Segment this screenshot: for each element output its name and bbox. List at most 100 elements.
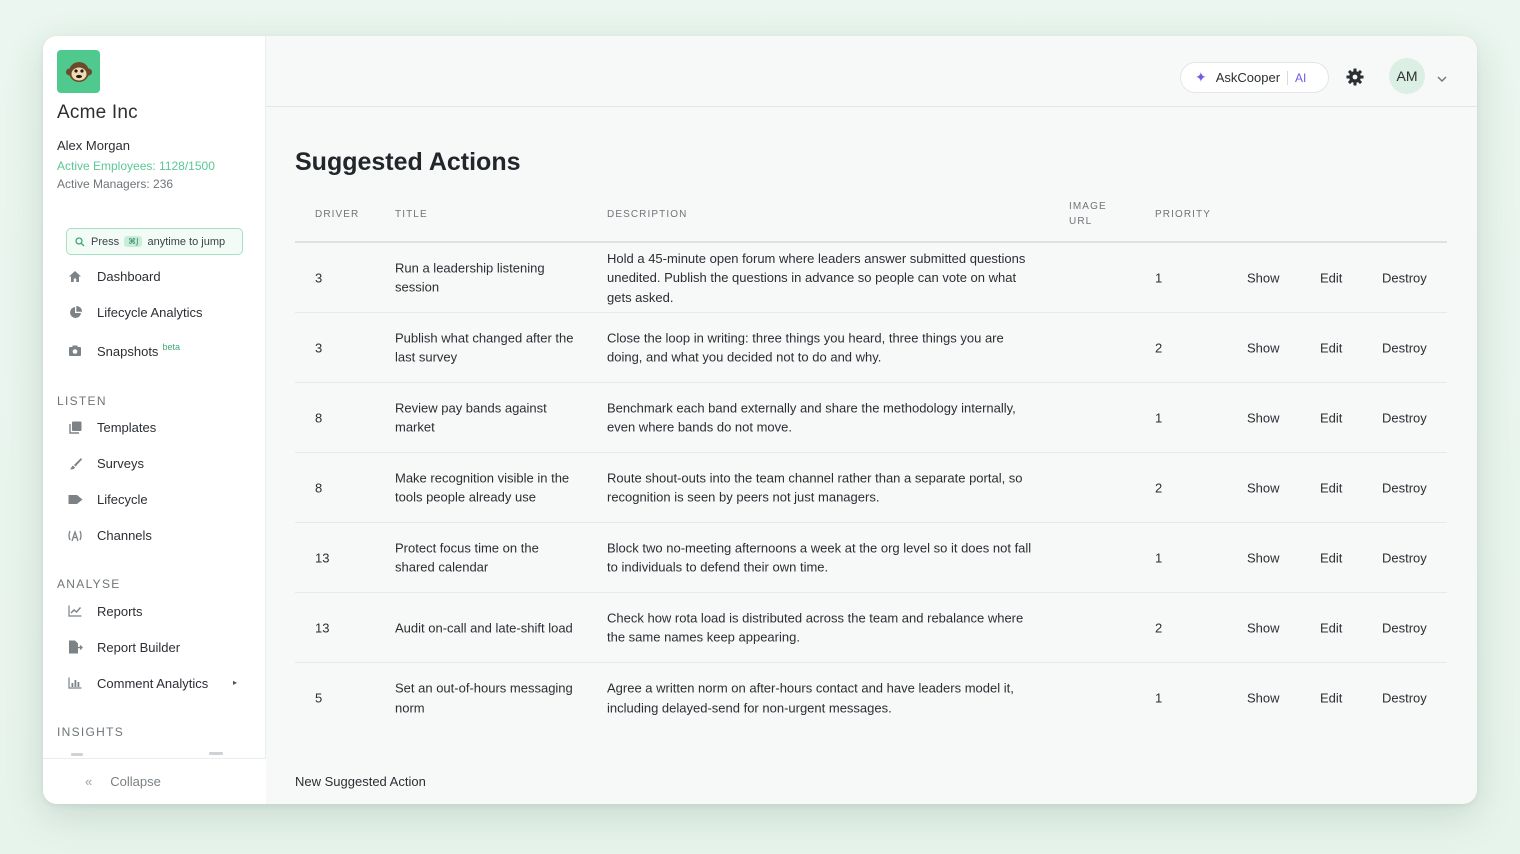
jump-press-text: Press xyxy=(91,235,120,248)
title-cell: Publish what changed after the last surv… xyxy=(395,330,574,365)
destroy-link[interactable]: Destroy xyxy=(1382,618,1427,638)
sidebar-item-label: Templates xyxy=(97,419,157,435)
title-cell: Make recognition visible in the tools pe… xyxy=(395,470,570,505)
priority-cell: 1 xyxy=(1155,690,1163,706)
table-body: 3 Run a leadership listening session Hold … xyxy=(295,243,1447,733)
sidebar-item-reports[interactable]: Reports xyxy=(67,601,143,621)
sidebar-item-label: Lifecycle xyxy=(97,491,148,507)
ask-cooper-label: AskCooper xyxy=(1215,70,1281,85)
suggested-actions-table: DRIVER TITLE DESCRIPTION IMAGE URL PRIOR… xyxy=(295,198,1447,733)
new-suggested-action-link[interactable]: New Suggested Action xyxy=(295,774,426,789)
sidebar-item-label: Surveys xyxy=(97,455,144,471)
table-row: 5 Set an out-of-hours messaging norm Agree… xyxy=(295,663,1447,733)
priority-cell: 2 xyxy=(1155,479,1163,495)
priority-cell: 2 xyxy=(1155,339,1163,355)
title-cell: Protect focus time on the shared calenda… xyxy=(395,540,539,575)
line-chart-icon xyxy=(67,603,83,619)
header-description: DESCRIPTION xyxy=(607,209,688,220)
header-title: TITLE xyxy=(395,209,428,220)
camera-icon xyxy=(67,343,83,359)
insights-item-badge xyxy=(209,752,223,755)
description-cell: Agree a written norm on after-hours cont… xyxy=(607,680,1014,716)
table-row: 13 Audit on-call and late-shift load Check… xyxy=(295,593,1447,663)
sidebar-item-channels[interactable]: Channels xyxy=(67,525,152,545)
sidebar-item-templates[interactable]: Templates xyxy=(67,417,156,437)
beta-badge: beta xyxy=(162,342,180,352)
chevron-down-icon[interactable] xyxy=(1436,74,1448,84)
show-link[interactable]: Show xyxy=(1247,338,1280,358)
collapse-sidebar-button[interactable]: « Collapse xyxy=(43,758,266,804)
destroy-link[interactable]: Destroy xyxy=(1382,268,1427,288)
edit-link[interactable]: Edit xyxy=(1320,548,1342,568)
description-cell: Benchmark each band externally and share… xyxy=(607,400,1016,435)
section-label-analyse: ANALYSE xyxy=(57,577,121,591)
company-logo[interactable] xyxy=(57,50,100,93)
driver-cell: 3 xyxy=(315,339,323,355)
edit-link[interactable]: Edit xyxy=(1320,268,1342,288)
show-link[interactable]: Show xyxy=(1247,618,1280,638)
active-employees-count: Active Employees: 1128/1500 xyxy=(57,159,215,173)
edit-link[interactable]: Edit xyxy=(1320,688,1342,708)
gear-icon[interactable] xyxy=(1346,68,1364,86)
quick-jump-search[interactable]: Press ⌘J anytime to jump xyxy=(66,228,243,255)
edit-link[interactable]: Edit xyxy=(1320,408,1342,428)
table-row: 3 Run a leadership listening session Hold … xyxy=(295,243,1447,313)
title-cell: Run a leadership listening session xyxy=(395,260,545,295)
priority-cell: 1 xyxy=(1155,409,1163,425)
description-cell: Block two no-meeting afternoons a week a… xyxy=(607,540,1032,575)
arrow-flow-icon xyxy=(67,491,83,507)
divider xyxy=(1287,70,1289,85)
user-avatar[interactable]: AM xyxy=(1389,58,1425,94)
sidebar-item-dashboard[interactable]: Dashboard xyxy=(67,266,161,286)
broadcast-icon xyxy=(67,527,83,543)
description-cell: Route shout-outs into the team channel r… xyxy=(607,470,1023,505)
destroy-link[interactable]: Destroy xyxy=(1382,688,1427,708)
sidebar-item-comment-analytics[interactable]: Comment Analytics xyxy=(67,673,208,693)
show-link[interactable]: Show xyxy=(1247,688,1280,708)
sidebar-item-label: Report Builder xyxy=(97,639,181,655)
sidebar-item-snapshots[interactable]: Snapshots beta xyxy=(67,341,180,361)
sidebar-item-surveys[interactable]: Surveys xyxy=(67,453,144,473)
title-cell: Review pay bands against market xyxy=(395,400,547,435)
destroy-link[interactable]: Destroy xyxy=(1382,408,1427,428)
ask-cooper-button[interactable]: ✦ AskCooper AI xyxy=(1180,62,1329,93)
driver-cell: 8 xyxy=(315,409,323,425)
app-window: Acme Inc Alex Morgan Active Employees: 1… xyxy=(43,36,1477,804)
driver-cell: 5 xyxy=(315,690,323,706)
destroy-link[interactable]: Destroy xyxy=(1382,548,1427,568)
show-link[interactable]: Show xyxy=(1247,548,1280,568)
expand-caret-icon[interactable]: ▸ xyxy=(233,678,237,687)
table-row: 3 Publish what changed after the last sur… xyxy=(295,313,1447,383)
section-label-listen: LISTEN xyxy=(57,394,107,408)
header-image-url: IMAGE URL xyxy=(1069,199,1107,229)
header-priority: PRIORITY xyxy=(1155,209,1212,220)
description-cell: Close the loop in writing: three things … xyxy=(607,330,1004,365)
show-link[interactable]: Show xyxy=(1247,268,1280,288)
file-export-icon xyxy=(67,639,83,655)
edit-link[interactable]: Edit xyxy=(1320,478,1342,498)
edit-link[interactable]: Edit xyxy=(1320,618,1342,638)
destroy-link[interactable]: Destroy xyxy=(1382,338,1427,358)
sidebar-item-lifecycle[interactable]: Lifecycle xyxy=(67,489,148,509)
driver-cell: 13 xyxy=(315,549,330,565)
sidebar-item-label: Comment Analytics xyxy=(97,675,209,691)
show-link[interactable]: Show xyxy=(1247,478,1280,498)
ai-badge: AI xyxy=(1295,70,1307,85)
sidebar-item-label: Lifecycle Analytics xyxy=(97,304,203,320)
sidebar-item-report-builder[interactable]: Report Builder xyxy=(67,637,180,657)
search-icon xyxy=(75,236,85,246)
sidebar-item-label: Reports xyxy=(97,603,143,619)
edit-link[interactable]: Edit xyxy=(1320,338,1342,358)
header-image-url-line1: IMAGE xyxy=(1069,201,1107,212)
header-image-url-line2: URL xyxy=(1069,216,1093,227)
jump-rest-text: anytime to jump xyxy=(147,235,226,248)
copy-icon xyxy=(67,419,83,435)
table-header: DRIVER TITLE DESCRIPTION IMAGE URL PRIOR… xyxy=(295,198,1447,243)
table-row: 13 Protect focus time on the shared calen… xyxy=(295,523,1447,593)
sidebar-item-label: Channels xyxy=(97,527,152,543)
destroy-link[interactable]: Destroy xyxy=(1382,478,1427,498)
insights-item-icon xyxy=(71,753,83,756)
header-driver: DRIVER xyxy=(315,209,360,220)
show-link[interactable]: Show xyxy=(1247,408,1280,428)
sidebar-item-lifecycle-analytics[interactable]: Lifecycle Analytics xyxy=(67,302,203,322)
